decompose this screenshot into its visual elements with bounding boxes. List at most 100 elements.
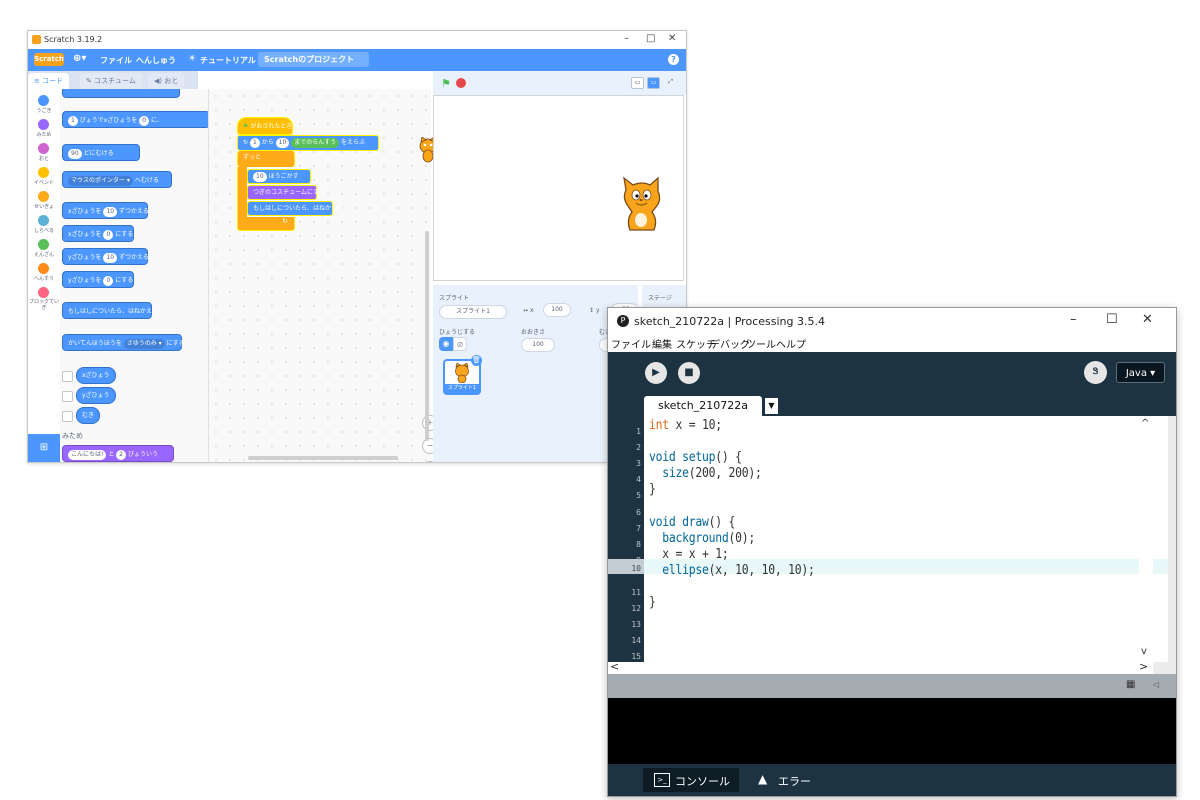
hide-eye-icon[interactable]: ⊘ bbox=[453, 337, 467, 351]
console-tab[interactable]: >_ コンソール bbox=[643, 768, 739, 792]
collapse-arrow-icon[interactable]: ◁ bbox=[1153, 680, 1159, 689]
reporter-x-position[interactable]: xざひょう bbox=[76, 367, 116, 384]
script-forever-block[interactable]: ずっと bbox=[237, 151, 295, 167]
mode-selector[interactable]: Java ▾ bbox=[1116, 362, 1165, 383]
palette-block-set-y[interactable]: yざひょうを 0 にする bbox=[62, 271, 134, 288]
show-eye-icon[interactable]: ◉ bbox=[439, 337, 453, 351]
menu-file[interactable]: ファイル bbox=[611, 336, 651, 351]
block-input[interactable]: 2 bbox=[116, 449, 127, 460]
palette-block-glide-cut[interactable] bbox=[62, 89, 180, 98]
checkbox-direction[interactable] bbox=[62, 411, 73, 422]
checkbox-y-position[interactable] bbox=[62, 391, 73, 402]
category-operators[interactable]: えんざん bbox=[28, 237, 60, 261]
tab-sounds[interactable]: ◀) おと bbox=[148, 73, 185, 89]
minimize-icon[interactable]: – bbox=[1070, 312, 1077, 327]
project-title-input[interactable]: Scratchのプロジェクト bbox=[258, 52, 369, 67]
palette-block-glide-xy[interactable]: 1 びょうでxざひょうを 0 に、 bbox=[62, 111, 208, 128]
editor-vertical-scrollbar[interactable]: ^ v bbox=[1139, 416, 1153, 662]
normal-stage-icon[interactable]: ▭ bbox=[647, 77, 660, 89]
x-position-input[interactable]: 100 bbox=[543, 303, 571, 317]
tab-costumes[interactable]: ✎ コスチューム bbox=[80, 73, 142, 89]
category-events[interactable]: イベント bbox=[28, 165, 60, 189]
tab-code[interactable]: ≡ コード bbox=[28, 73, 70, 89]
menu-help[interactable]: ヘルプ bbox=[776, 336, 806, 351]
palette-block-change-y[interactable]: yざひょうを 10 ずつかえる bbox=[62, 248, 149, 265]
sketch-tab[interactable]: sketch_210722a bbox=[644, 396, 762, 416]
menu-tools[interactable]: ツール bbox=[746, 336, 776, 351]
block-input[interactable]: こんにちは! bbox=[68, 449, 107, 460]
close-icon[interactable]: ✕ bbox=[668, 33, 676, 44]
block-input[interactable]: 10 bbox=[103, 206, 118, 217]
sprite-name-input[interactable]: スプライト1 bbox=[439, 305, 507, 319]
reporter-direction[interactable]: むき bbox=[76, 407, 101, 424]
close-icon[interactable]: ✕ bbox=[1142, 312, 1153, 327]
block-dropdown[interactable]: さゆうのみ ▾ bbox=[123, 338, 165, 349]
stage-canvas[interactable] bbox=[433, 95, 684, 281]
script-next-costume-block[interactable]: つぎのコスチュームにする bbox=[247, 185, 325, 200]
script-random-block[interactable]: ↻ 1 から 10 までのらんすう をえらぶ bbox=[237, 135, 379, 151]
scroll-left-icon[interactable]: < bbox=[610, 660, 619, 673]
menu-tutorials[interactable]: チュートリアル bbox=[200, 55, 256, 66]
add-extension-button[interactable]: ⊞ bbox=[28, 434, 60, 462]
code-horizontal-scrollbar[interactable] bbox=[248, 456, 398, 460]
scroll-down-icon[interactable]: v bbox=[1141, 646, 1147, 657]
scroll-up-icon[interactable]: ^ bbox=[1141, 418, 1149, 429]
block-input[interactable]: 0 bbox=[139, 115, 150, 126]
block-input[interactable]: 0 bbox=[103, 229, 114, 240]
errors-tab[interactable]: ▲ エラー bbox=[748, 768, 828, 792]
editor-horizontal-scrollbar[interactable]: < > bbox=[608, 660, 1153, 674]
block-input[interactable]: 10 bbox=[253, 171, 267, 182]
category-control[interactable]: せいぎょ bbox=[28, 189, 60, 213]
script-move-block[interactable]: 10 ほうごかす bbox=[247, 169, 311, 184]
scroll-right-icon[interactable]: > bbox=[1139, 660, 1148, 673]
debug-butterfly-icon[interactable]: Ꮥ bbox=[1084, 361, 1107, 384]
help-icon[interactable]: ? bbox=[668, 54, 679, 65]
script-bounce-block[interactable]: もしはしについたら、はねかえる bbox=[247, 201, 343, 216]
fullscreen-icon[interactable]: ⤢ bbox=[665, 77, 676, 87]
menu-file[interactable]: ファイル bbox=[100, 55, 132, 66]
palette-block-point-direction[interactable]: 90 どにむける bbox=[62, 144, 140, 161]
category-looks[interactable]: みため bbox=[28, 117, 60, 141]
console-output[interactable] bbox=[608, 698, 1176, 764]
notes-icon[interactable]: ▦ bbox=[1126, 679, 1135, 690]
tab-menu-arrow-icon[interactable]: ▼ bbox=[765, 398, 778, 414]
menu-debug[interactable]: デバッグ bbox=[710, 336, 750, 351]
palette-block-point-towards[interactable]: マウスのポインター ▾ へむける bbox=[62, 171, 172, 188]
reporter-y-position[interactable]: yざひょう bbox=[76, 387, 116, 404]
run-play-icon[interactable]: ▶ bbox=[645, 362, 667, 384]
category-sensing[interactable]: しらべる bbox=[28, 213, 60, 237]
palette-block-say-for[interactable]: こんにちは! と 2 びょういう bbox=[62, 445, 174, 462]
stop-square-icon[interactable]: ■ bbox=[678, 362, 700, 384]
block-input[interactable]: 1 bbox=[249, 137, 260, 148]
maximize-icon[interactable]: □ bbox=[646, 33, 655, 44]
palette-block-change-x[interactable]: xざひょうを 10 ずつかえる bbox=[62, 202, 149, 219]
script-hat-block[interactable]: ⚑ がおされたとき bbox=[237, 117, 293, 135]
category-my-blocks[interactable]: ブロックていぎ bbox=[28, 285, 60, 315]
category-motion[interactable]: うごき bbox=[28, 93, 60, 117]
palette-block-set-x[interactable]: xざひょうを 0 にする bbox=[62, 225, 134, 242]
delete-sprite-icon[interactable]: 🗑 bbox=[471, 355, 482, 366]
block-input[interactable]: 0 bbox=[103, 275, 114, 286]
stop-icon[interactable] bbox=[456, 78, 466, 88]
globe-icon[interactable]: ⊕▾ bbox=[73, 53, 86, 64]
category-variables[interactable]: へんすう bbox=[28, 261, 60, 285]
category-sound[interactable]: おと bbox=[28, 141, 60, 165]
maximize-icon[interactable]: ☐ bbox=[1106, 312, 1118, 327]
menu-edit[interactable]: 編集 bbox=[652, 336, 672, 351]
palette-block-bounce[interactable]: もしはしについたら、はねかえる bbox=[62, 302, 158, 319]
checkbox-x-position[interactable] bbox=[62, 371, 73, 382]
code-vertical-scrollbar[interactable] bbox=[425, 231, 429, 441]
code-editor[interactable]: int x = 10; void setup() { size(200, 200… bbox=[644, 416, 1168, 662]
minimize-icon[interactable]: – bbox=[624, 33, 629, 44]
block-input[interactable]: 90 bbox=[68, 148, 82, 159]
size-input[interactable]: 100 bbox=[521, 338, 555, 352]
menu-edit[interactable]: へんしゅう bbox=[136, 55, 176, 66]
code-area[interactable]: ⚑ がおされたとき ↻ 1 から 10 までのらんすう をえらぶ ずっと 10 … bbox=[209, 89, 438, 462]
cat-sprite[interactable] bbox=[620, 176, 664, 234]
green-flag-icon[interactable]: ⚑ bbox=[441, 77, 451, 90]
block-input[interactable]: 1 bbox=[68, 115, 78, 126]
block-dropdown[interactable]: マウスのポインター ▾ bbox=[68, 175, 133, 186]
scratch-logo[interactable]: Scratch bbox=[34, 53, 64, 66]
block-input[interactable]: 10 bbox=[103, 252, 118, 263]
block-input[interactable]: 10 bbox=[275, 137, 290, 148]
